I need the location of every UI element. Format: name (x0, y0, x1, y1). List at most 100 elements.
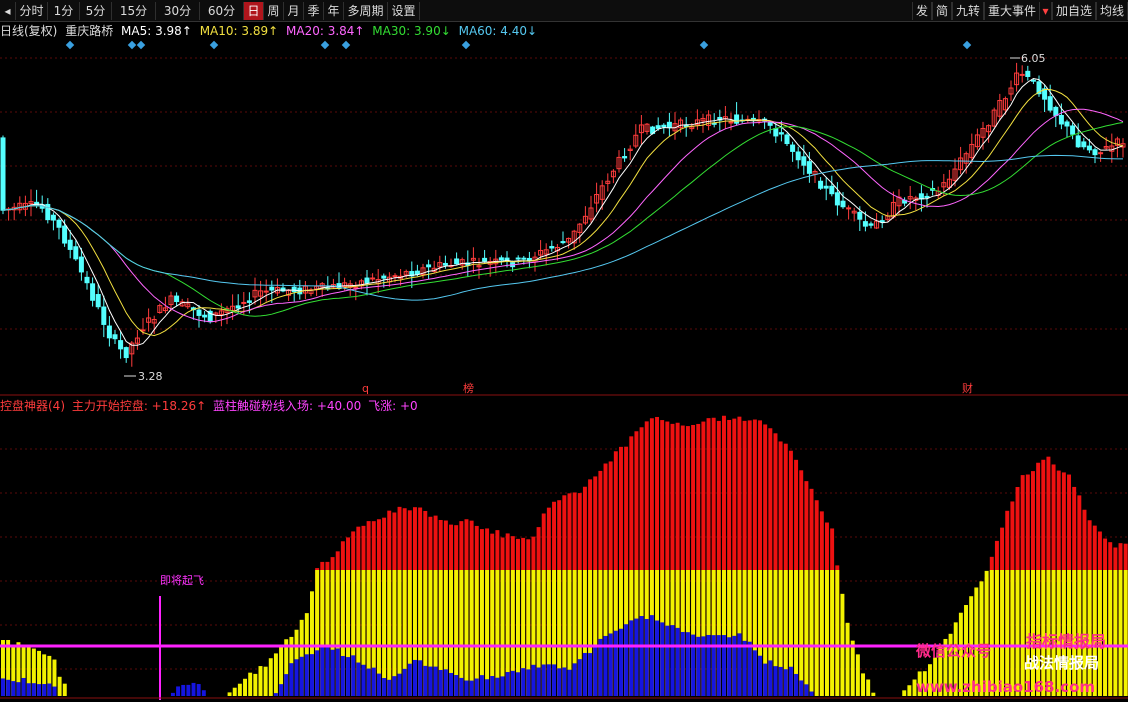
candle-body (795, 151, 801, 161)
indicator-bar-blue (768, 660, 773, 696)
indicator-bar-blue (351, 655, 356, 696)
indicator-bar-blue (624, 624, 629, 696)
indicator-bar-yellow (799, 570, 804, 696)
candle-body (857, 211, 863, 220)
indicator-bar-yellow (237, 683, 242, 696)
indicator-control-value: 主力开始控盘: +18.26↑ (71, 399, 207, 413)
indicator-bar-blue (536, 667, 541, 696)
indicator-bar-blue (722, 635, 726, 696)
indicator-bar-yellow (814, 570, 819, 696)
indicator-bar-blue (485, 679, 490, 696)
indicator-bar-blue (809, 691, 814, 696)
indicator-name: 控盘神器(4) (0, 399, 65, 413)
candle-body (426, 264, 432, 268)
indicator-bar-blue (387, 679, 392, 696)
indicator-bar-blue (392, 676, 397, 696)
candle-body (750, 117, 756, 120)
indicator-bar-yellow (1113, 570, 1118, 696)
watermark-url: www.zhibiao168.com (916, 678, 1096, 696)
indicator-bar-blue (773, 666, 778, 696)
indicator-bar-blue (454, 675, 459, 696)
event-marker-icon (136, 40, 146, 50)
indicator-bar-yellow (232, 687, 237, 696)
indicator-bar-blue (670, 625, 675, 696)
candle-body (1098, 152, 1104, 155)
candle-body (622, 156, 628, 159)
candle-body (263, 290, 269, 293)
candle-body (918, 193, 924, 200)
indicator-bar-yellow (57, 676, 62, 696)
candle-body (241, 301, 247, 304)
indicator-bar-blue (299, 656, 304, 696)
candle-body (269, 286, 275, 291)
candle-body (560, 241, 566, 244)
indicator-bar-blue (191, 682, 196, 696)
indicator-bar-yellow (835, 570, 840, 696)
indicator-bar-blue (356, 662, 361, 696)
candle-body (106, 325, 112, 339)
candle-body (246, 300, 252, 303)
indicator-bar-yellow (871, 692, 876, 696)
candle-body (78, 256, 84, 273)
candle-body (84, 276, 90, 284)
candle-body (1086, 145, 1092, 151)
indicator-bar-blue (711, 635, 716, 696)
candlestick-layer (0, 40, 1126, 377)
indicator-bar-blue (680, 631, 685, 696)
indicator-bar-blue (706, 634, 711, 696)
high-price-label: 6.05 (1021, 52, 1046, 65)
indicator-bar-yellow (902, 690, 907, 696)
indicator-bar-blue (747, 641, 752, 696)
indicator-bar-blue (479, 675, 484, 696)
candle-body (1025, 70, 1031, 77)
indicator-bar-blue (665, 625, 670, 696)
indicator-bar-blue (47, 683, 52, 696)
candle-body (67, 239, 73, 250)
candle-body (515, 257, 521, 260)
indicator-bar-blue (438, 669, 443, 696)
candle-body (482, 257, 488, 262)
indicator-bar-blue (531, 664, 536, 696)
candle-body (235, 305, 241, 309)
indicator-bar-blue (521, 668, 526, 696)
indicator-bar-blue (613, 630, 618, 696)
indicator-bar-blue (16, 682, 21, 696)
indicator-bar-blue (413, 659, 417, 696)
candle-body (790, 144, 796, 152)
event-marker-icon (65, 40, 75, 50)
candle-body (174, 295, 180, 303)
indicator-bar-blue (407, 663, 412, 696)
indicator-bar-blue (176, 686, 181, 696)
indicator-entry-value: 蓝柱触碰粉线入场: +40.00 (212, 399, 362, 413)
indicator-bar-blue (546, 664, 551, 696)
indicator-bar-blue (582, 652, 587, 696)
candle-body (862, 221, 868, 227)
event-marker-icon (341, 40, 351, 50)
candle-body (711, 122, 717, 125)
indicator-bar-yellow (1118, 570, 1123, 696)
indicator-bar-blue (644, 618, 649, 696)
indicator-bar-yellow (248, 672, 253, 696)
candle-body (0, 137, 6, 211)
candle-body (829, 185, 835, 195)
indicator-bar-blue (397, 673, 402, 696)
indicator-bar-blue (284, 674, 289, 696)
takeoff-annotation: 即将起飞 (160, 574, 204, 587)
indicator-bar-blue (42, 684, 47, 696)
indicator-bar-blue (294, 659, 299, 696)
indicator-legend: 控盘神器(4) 主力开始控盘: +18.26↑ 蓝柱触碰粉线入场: +40.00… (0, 398, 421, 414)
indicator-bar-blue (799, 680, 804, 696)
candle-body (661, 124, 667, 128)
event-marker-icon (320, 40, 330, 50)
indicator-bar-blue (325, 646, 330, 696)
candle-body (90, 283, 96, 301)
indicator-bar-blue (639, 616, 644, 696)
indicator-bar-blue (423, 665, 428, 696)
indicator-bar-blue (593, 647, 598, 696)
ma30-line (2, 122, 1124, 317)
stock-chart[interactable]: 6.05 3.28 q 榜 财 即将起飞 (0, 0, 1128, 702)
candle-body (1047, 96, 1053, 111)
candle-body (549, 246, 555, 249)
indicator-bar-blue (474, 678, 479, 696)
candle-body (101, 306, 107, 325)
